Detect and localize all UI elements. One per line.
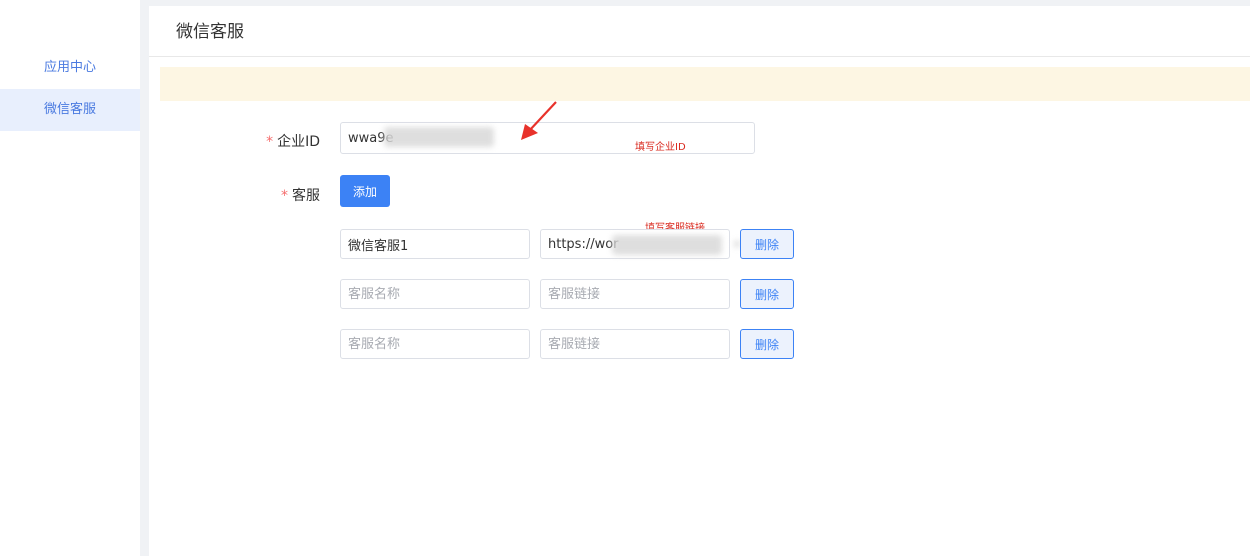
redacted-blur [612,235,722,255]
corp-id-hint-annotation: 填写企业ID [635,142,686,153]
sidebar-item-label: 应用中心 [43,60,96,75]
annotation-arrow-icon [521,101,557,140]
service-label-text: 客服 [292,188,320,204]
redacted-blur [384,127,494,147]
page-title: 微信客服 [176,22,244,42]
required-mark: * [266,134,274,150]
service-name-input[interactable] [340,329,530,359]
service-name-input[interactable] [340,279,530,309]
service-name-input[interactable] [340,229,530,259]
service-label: * 客服 [250,185,320,205]
sidebar-item-app-center[interactable]: 应用中心 [0,47,140,89]
title-divider [149,56,1250,57]
add-service-button[interactable]: 添加 [340,175,391,207]
sidebar: 应用中心 微信客服 [0,0,140,556]
sidebar-item-label: 微信客服 [43,102,96,117]
notice-bar [160,67,1250,101]
delete-service-button[interactable]: 删除 [740,229,794,259]
service-link-input[interactable] [540,279,730,309]
service-link-input[interactable] [540,329,730,359]
sidebar-item-wechat-service[interactable]: 微信客服 [0,89,140,131]
delete-service-button[interactable]: 删除 [740,329,794,359]
required-mark: * [281,188,288,204]
delete-service-button[interactable]: 删除 [740,279,794,309]
corp-id-label-text: 企业ID [277,134,320,150]
corp-id-label: * 企业ID [250,131,320,151]
